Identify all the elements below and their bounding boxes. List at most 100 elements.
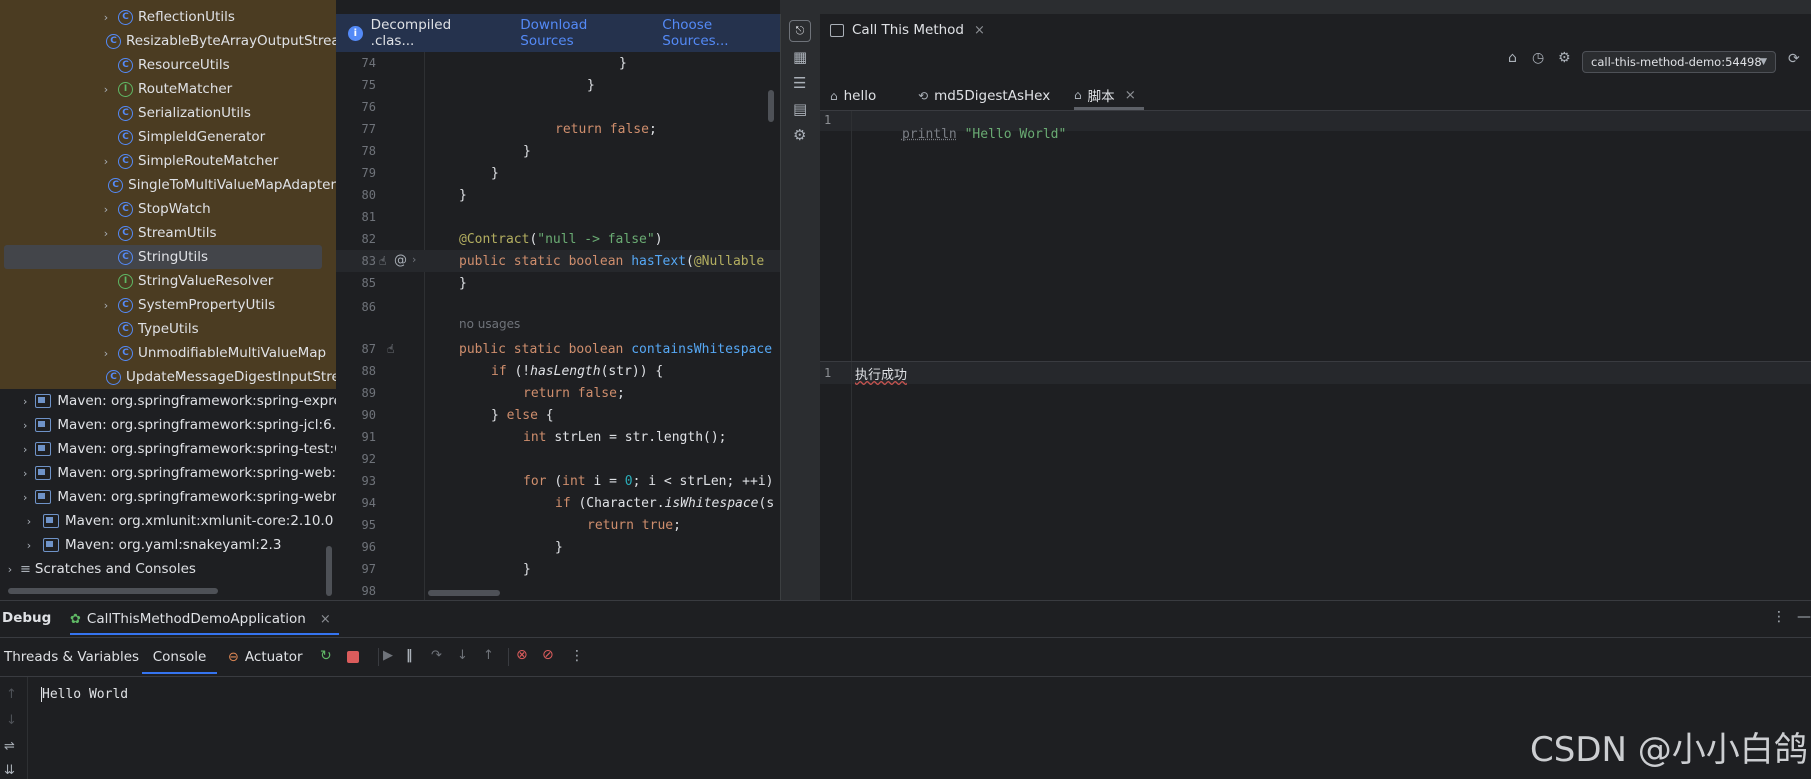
deploy-icon[interactable]: ⌂ xyxy=(1508,50,1517,66)
chevron-right-icon[interactable]: › xyxy=(23,395,27,408)
tree-item-class[interactable]: › C ReflectionUtils xyxy=(0,5,336,29)
tab-actuator[interactable]: ⊖ Actuator xyxy=(228,642,303,672)
step-out-icon[interactable]: ↑ xyxy=(483,648,494,663)
gear-icon[interactable]: ⚙ xyxy=(1558,50,1571,66)
chevron-right-icon[interactable]: › xyxy=(23,419,27,432)
code-line[interactable]: 80} xyxy=(336,184,780,206)
code-line[interactable]: 96} xyxy=(336,536,780,558)
tree-item-class[interactable]: C SerializationUtils xyxy=(0,101,336,125)
step-into-icon[interactable]: ↓ xyxy=(457,648,468,663)
tree-item-library[interactable]: › Maven: org.yaml:snakeyaml:2.3 xyxy=(0,533,336,557)
tree-item-library[interactable]: › Maven: org.springframework:spring-jcl:6… xyxy=(0,413,336,437)
stop-icon[interactable] xyxy=(347,651,359,663)
code-line[interactable]: 81 xyxy=(336,206,780,228)
chevron-right-icon[interactable]: › xyxy=(23,539,35,552)
code-line[interactable]: 88 if (!hasLength(str)) { xyxy=(336,360,780,382)
console-output[interactable]: Hello World xyxy=(41,687,128,702)
chevron-right-icon[interactable]: › xyxy=(23,467,27,480)
horizontal-scrollbar[interactable] xyxy=(8,588,218,594)
tree-item-class[interactable]: C StringUtils xyxy=(4,245,322,269)
code-line[interactable]: 94 if (Character.isWhitespace(s xyxy=(336,492,780,514)
calendar-icon[interactable]: ▤ xyxy=(793,100,807,118)
debug-session-tab[interactable]: ✿ CallThisMethodDemoApplication × xyxy=(70,605,339,635)
tab-md5digestashex[interactable]: ⟲ md5DigestAsHex xyxy=(918,82,1050,110)
more-vertical-icon[interactable]: ⋮ xyxy=(570,648,584,664)
scroll-to-end-icon[interactable]: ⇊ xyxy=(4,763,15,778)
tree-item-class[interactable]: C SingleToMultiValueMapAdapter xyxy=(0,173,336,197)
tree-item-class[interactable]: › C StreamUtils xyxy=(0,221,336,245)
call-method-icon[interactable]: ⎋ xyxy=(789,20,811,42)
implement-gutter-icon[interactable]: ☝ xyxy=(379,254,386,268)
code-line[interactable]: 79} xyxy=(336,162,780,184)
tab-script[interactable]: ⌂ 脚本 × xyxy=(1074,82,1144,110)
view-breakpoints-icon[interactable]: ⊗ xyxy=(516,647,528,663)
tab-console[interactable]: Console xyxy=(142,642,217,674)
code-line[interactable]: 74} xyxy=(336,52,780,74)
chevron-right-icon[interactable]: › xyxy=(23,515,35,528)
code-line[interactable]: 98 xyxy=(336,580,780,600)
more-vertical-icon[interactable]: ⋮ xyxy=(1772,609,1786,625)
tab-threads-variables[interactable]: Threads & Variables xyxy=(4,642,139,672)
chevron-right-icon[interactable]: › xyxy=(412,253,416,266)
implement-gutter-icon[interactable]: ☝ xyxy=(387,342,394,356)
tree-item-class[interactable]: C SimpleIdGenerator xyxy=(0,125,336,149)
code-line[interactable]: 90} else { xyxy=(336,404,780,426)
download-sources-link[interactable]: Download Sources xyxy=(520,17,642,49)
chevron-right-icon[interactable]: › xyxy=(23,491,27,504)
editor-h-scrollbar[interactable] xyxy=(428,590,500,596)
tree-item-class[interactable]: C TypeUtils xyxy=(0,317,336,341)
tree-item-library[interactable]: › Maven: org.springframework:spring-web:6… xyxy=(0,461,336,485)
tree-item-class[interactable]: › C UnmodifiableMultiValueMap xyxy=(0,341,336,365)
chevron-right-icon[interactable]: › xyxy=(100,227,112,240)
code-line[interactable]: 95 return true; xyxy=(336,514,780,536)
minimize-icon[interactable]: — xyxy=(1797,609,1811,625)
vertical-scrollbar[interactable] xyxy=(326,546,332,596)
code-line[interactable]: 77 return false; xyxy=(336,118,780,140)
editor-scrollbar[interactable] xyxy=(768,90,774,122)
script-editor[interactable]: 1 println "Hello World" xyxy=(820,111,1811,361)
code-line[interactable]: 91 int strLen = str.length(); xyxy=(336,426,780,448)
tab-hello[interactable]: ⌂ hello xyxy=(830,82,876,110)
code-line[interactable]: 78} xyxy=(336,140,780,162)
close-icon[interactable]: × xyxy=(320,612,331,627)
tree-item-library[interactable]: › Maven: org.springframework:spring-webmv… xyxy=(0,485,336,509)
chevron-right-icon[interactable]: › xyxy=(100,11,112,24)
code-line[interactable]: 86 xyxy=(336,296,780,318)
code-line[interactable]: 93 for (int i = 0; i < strLen; ++i) xyxy=(336,470,780,492)
code-line[interactable]: 87 public static boolean containsWhitespa… xyxy=(336,338,780,360)
mute-breakpoints-icon[interactable]: ⊘ xyxy=(542,647,554,663)
tree-item-class[interactable]: › C StopWatch xyxy=(0,197,336,221)
grid-icon[interactable]: ▦ xyxy=(793,48,807,66)
resume-icon[interactable]: ▶ xyxy=(383,648,393,663)
tree-item-class[interactable]: C ResizableByteArrayOutputStream xyxy=(0,29,336,53)
close-icon[interactable]: × xyxy=(1125,87,1136,103)
code-line[interactable]: 89 return false; xyxy=(336,382,780,404)
chevron-right-icon[interactable]: › xyxy=(100,203,112,216)
code-editor[interactable]: 74} 75} 76 77 return false; 78} 79} 80} 81 82 @Con… xyxy=(336,0,780,600)
pause-icon[interactable]: ‖ xyxy=(406,648,413,663)
chevron-right-icon[interactable]: › xyxy=(100,155,112,168)
close-icon[interactable]: × xyxy=(974,23,985,38)
code-line[interactable]: 97} xyxy=(336,558,780,580)
soft-wrap-icon[interactable]: ⇌ xyxy=(4,739,15,754)
arrow-down-icon[interactable]: ↓ xyxy=(6,713,17,728)
tree-item-library[interactable]: › Maven: org.xmlunit:xmlunit-core:2.10.0 xyxy=(0,509,336,533)
tree-item-class[interactable]: › C SystemPropertyUtils xyxy=(0,293,336,317)
tree-item-library[interactable]: › Maven: org.springframework:spring-expre… xyxy=(0,389,336,413)
chevron-right-icon[interactable]: › xyxy=(100,83,112,96)
chevron-right-icon[interactable]: › xyxy=(100,299,112,312)
sliders-icon[interactable]: ☰ xyxy=(793,74,806,92)
tree-item-library[interactable]: › Maven: org.springframework:spring-test:… xyxy=(0,437,336,461)
arrow-up-icon[interactable]: ↑ xyxy=(6,687,17,702)
run-config-dropdown[interactable]: call-this-method-demo:54498 ▼ xyxy=(1582,51,1776,73)
tree-item-class[interactable]: C ResourceUtils xyxy=(0,53,336,77)
tree-item-class[interactable]: I StringValueResolver xyxy=(0,269,336,293)
code-line[interactable]: 75} xyxy=(336,74,780,96)
code-line[interactable]: 85} xyxy=(336,272,780,294)
gear-icon[interactable]: ⚙ xyxy=(793,126,806,144)
rerun-icon[interactable]: ↻ xyxy=(320,648,332,664)
chevron-right-icon[interactable]: › xyxy=(100,347,112,360)
refresh-icon[interactable]: ⟳ xyxy=(1788,51,1800,67)
step-over-icon[interactable]: ↷ xyxy=(431,648,442,663)
annotation-gutter-icon[interactable]: @ xyxy=(394,253,407,268)
